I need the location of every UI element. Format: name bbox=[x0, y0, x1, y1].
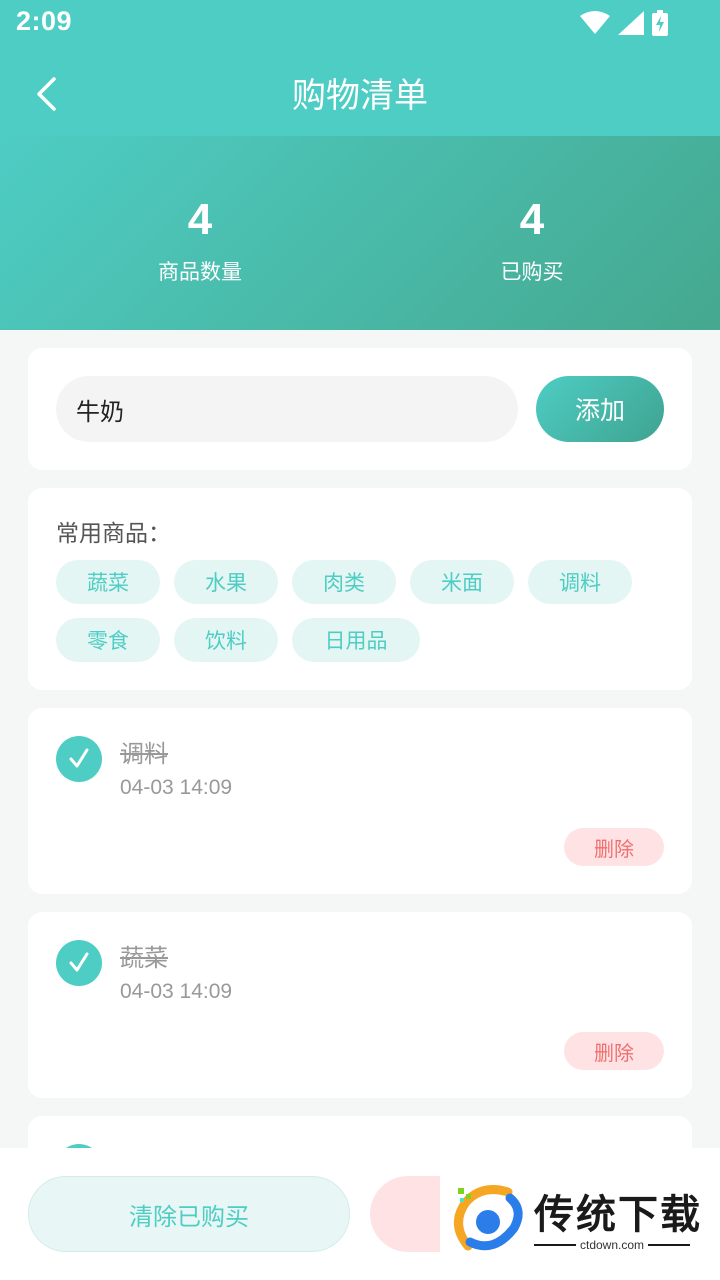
list-item: 调料 04-03 14:09 删除 bbox=[28, 708, 692, 894]
item-name-input[interactable] bbox=[56, 376, 518, 442]
delete-button[interactable]: 删除 bbox=[564, 828, 664, 866]
stat-purchased: 4 已购买 bbox=[412, 192, 652, 286]
delete-button[interactable]: 删除 bbox=[564, 1032, 664, 1070]
watermark: 传统下载 ctdown.com bbox=[440, 1172, 720, 1264]
watermark-site-row: ctdown.com bbox=[534, 1238, 690, 1252]
tag-fruit[interactable]: 水果 bbox=[174, 560, 278, 604]
stat-item-count-label: 商品数量 bbox=[158, 260, 242, 284]
tag-snacks[interactable]: 零食 bbox=[56, 618, 160, 662]
item-time: 04-03 14:09 bbox=[120, 980, 233, 1003]
top-bar: 2:09 购物清单 bbox=[0, 0, 720, 136]
common-items-tags: 蔬菜 水果 肉类 米面 调料 零食 饮料 日用品 bbox=[56, 560, 676, 662]
stats-panel: 4 商品数量 4 已购买 bbox=[0, 136, 720, 330]
tag-rice-noodles[interactable]: 米面 bbox=[410, 560, 514, 604]
watermark-site: ctdown.com bbox=[579, 1238, 645, 1252]
tag-drinks[interactable]: 饮料 bbox=[174, 618, 278, 662]
watermark-logo-icon bbox=[454, 1185, 523, 1251]
common-items-title: 常用商品： bbox=[56, 521, 171, 547]
stat-item-count: 4 商品数量 bbox=[80, 192, 320, 286]
stat-purchased-value: 4 bbox=[519, 195, 545, 244]
item-checkbox[interactable] bbox=[56, 940, 102, 986]
tag-meat[interactable]: 肉类 bbox=[292, 560, 396, 604]
watermark-divider bbox=[534, 1244, 576, 1246]
watermark-brand: 传统下载 bbox=[534, 1192, 702, 1238]
watermark-divider bbox=[648, 1244, 690, 1246]
tag-vegetables[interactable]: 蔬菜 bbox=[56, 560, 160, 604]
add-button[interactable]: 添加 bbox=[536, 376, 664, 442]
checkmark-icon bbox=[69, 952, 89, 972]
wifi-icon bbox=[580, 11, 610, 34]
page-title: 购物清单 bbox=[292, 76, 428, 116]
signal-icon bbox=[618, 11, 644, 35]
status-icons bbox=[580, 10, 668, 36]
list-item: 蔬菜 04-03 14:09 删除 bbox=[28, 912, 692, 1098]
item-checkbox[interactable] bbox=[56, 736, 102, 782]
status-time: 2:09 bbox=[16, 6, 73, 36]
item-name: 调料 bbox=[120, 740, 168, 768]
item-name: 蔬菜 bbox=[120, 944, 168, 972]
battery-icon bbox=[652, 10, 668, 36]
tag-daily-goods[interactable]: 日用品 bbox=[292, 618, 420, 662]
checkmark-icon bbox=[69, 748, 89, 768]
tag-seasoning[interactable]: 调料 bbox=[528, 560, 632, 604]
common-items-card: 常用商品： 蔬菜 水果 肉类 米面 调料 零食 饮料 日用品 bbox=[28, 488, 692, 690]
item-time: 04-03 14:09 bbox=[120, 776, 233, 799]
stat-purchased-label: 已购买 bbox=[500, 260, 564, 284]
stat-item-count-value: 4 bbox=[187, 195, 213, 244]
add-item-card: 添加 bbox=[28, 348, 692, 470]
clear-purchased-button[interactable]: 清除已购买 bbox=[28, 1176, 350, 1252]
